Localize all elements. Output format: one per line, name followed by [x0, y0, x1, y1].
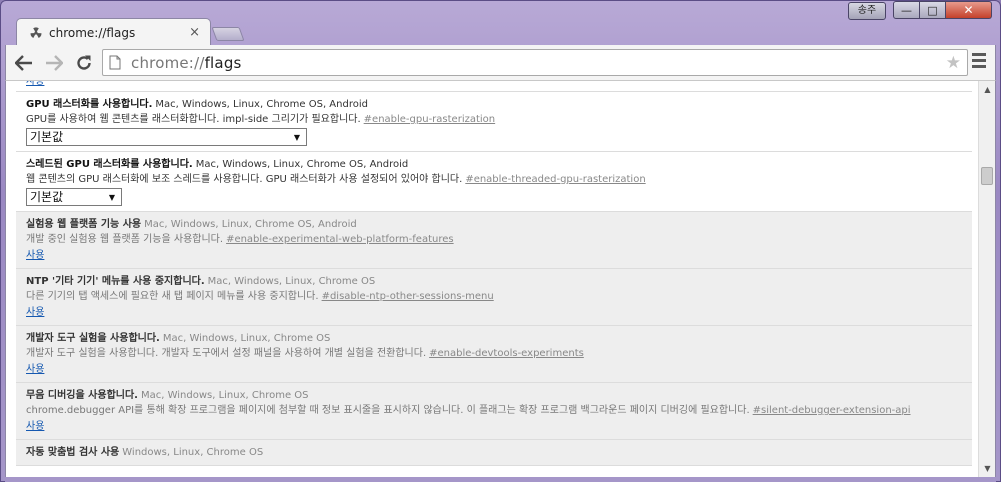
flag-title: NTP '기타 기기' 메뉴를 사용 중지합니다.: [26, 276, 205, 287]
list-item: NTP '기타 기기' 메뉴를 사용 중지합니다. Mac, Windows, L…: [16, 269, 972, 326]
dropdown-arrow-icon: ▼: [293, 132, 300, 142]
flag-select[interactable]: 기본값 ▼: [26, 188, 122, 206]
close-window-button[interactable]: ✕: [946, 1, 992, 19]
enable-link[interactable]: 사용: [26, 419, 44, 434]
window-bottom-edge: [5, 477, 996, 482]
flag-platforms: Mac, Windows, Linux, Chrome OS: [140, 390, 309, 401]
maximize-button[interactable]: □: [920, 1, 946, 19]
flag-platforms: Mac, Windows, Linux, Chrome OS, Android: [195, 159, 409, 170]
flag-select[interactable]: 기본값 ▼: [26, 128, 307, 146]
scroll-up-arrow-icon[interactable]: ▲: [979, 81, 995, 98]
page-content: 사용 GPU 래스터화를 사용합니다. Mac, Windows, Linux, …: [5, 81, 996, 477]
flags-radiation-icon: [29, 26, 43, 40]
flag-description: chrome.debugger API를 통해 확장 프로그램을 페이지에 첨부…: [26, 405, 750, 416]
address-bar[interactable]: chrome://flags ★: [102, 49, 968, 76]
list-item: GPU 래스터화를 사용합니다. Mac, Windows, Linux, Chr…: [16, 92, 972, 152]
flag-title: 자동 맞춤법 검사 사용: [26, 447, 120, 458]
scroll-down-arrow-icon[interactable]: ▼: [979, 460, 995, 477]
list-item: 스레드된 GPU 래스터화를 사용합니다. Mac, Windows, Linux…: [16, 152, 972, 212]
flag-description: 개발 중인 실험용 웹 플랫폼 기능을 사용합니다.: [26, 234, 224, 245]
hamburger-menu-icon[interactable]: [972, 53, 990, 73]
list-item: 사용: [16, 81, 972, 92]
flag-anchor-link[interactable]: #silent-debugger-extension-api: [753, 405, 911, 416]
list-item: 개발자 도구 실험을 사용합니다. Mac, Windows, Linux, Ch…: [16, 326, 972, 383]
profile-badge[interactable]: 송주: [848, 2, 886, 20]
tab-title: chrome://flags: [49, 25, 136, 40]
minimize-button[interactable]: —: [893, 1, 920, 19]
flag-description: 개발자 도구 실험을 사용합니다. 개발자 도구에서 설정 패널을 사용하여 개…: [26, 348, 427, 359]
list-item: 자동 맞춤법 검사 사용 Windows, Linux, Chrome OS: [16, 440, 972, 466]
flag-description: 웹 콘텐츠의 GPU 래스터화에 보조 스레드를 사용합니다. GPU 래스터화…: [26, 174, 463, 185]
window-controls: — □ ✕: [893, 1, 992, 21]
browser-toolbar: chrome://flags ★: [5, 45, 996, 81]
page-icon: [109, 55, 123, 71]
enable-link[interactable]: 사용: [26, 305, 44, 320]
bookmark-star-icon[interactable]: ★: [946, 53, 961, 73]
list-item: 실험용 웹 플랫폼 기능 사용 Mac, Windows, Linux, Chro…: [16, 212, 972, 269]
scrollbar-thumb[interactable]: [981, 167, 993, 185]
flag-anchor-link[interactable]: #disable-ntp-other-sessions-menu: [322, 291, 494, 302]
flag-anchor-link[interactable]: #enable-experimental-web-platform-featur…: [226, 234, 454, 245]
flag-description: 다른 기기의 탭 액세스에 필요한 새 탭 페이지 메뉴를 사용 중지합니다.: [26, 291, 319, 302]
dropdown-arrow-icon: ▼: [108, 192, 115, 202]
tab-close-icon[interactable]: ×: [189, 25, 200, 40]
flag-title: GPU 래스터화를 사용합니다.: [26, 99, 153, 110]
flag-anchor-link[interactable]: #enable-gpu-rasterization: [364, 114, 495, 125]
url-text: chrome://flags: [131, 53, 242, 72]
flag-platforms: Mac, Windows, Linux, Chrome OS: [162, 333, 331, 344]
reload-icon[interactable]: [72, 51, 96, 75]
list-item: 무음 디버깅을 사용합니다. Mac, Windows, Linux, Chrom…: [16, 383, 972, 440]
flag-platforms: Mac, Windows, Linux, Chrome OS, Android: [144, 219, 357, 230]
flag-platforms: Windows, Linux, Chrome OS: [122, 447, 264, 458]
tab-chrome-flags[interactable]: chrome://flags ×: [16, 18, 211, 46]
flag-title: 실험용 웹 플랫폼 기능 사용: [26, 219, 142, 230]
flags-list: 사용 GPU 래스터화를 사용합니다. Mac, Windows, Linux, …: [16, 81, 972, 466]
flag-anchor-link[interactable]: #enable-threaded-gpu-rasterization: [465, 174, 645, 185]
vertical-scrollbar[interactable]: ▲ ▼: [978, 81, 995, 477]
flag-title: 스레드된 GPU 래스터화를 사용합니다.: [26, 159, 193, 170]
flag-platforms: Mac, Windows, Linux, Chrome OS: [207, 276, 376, 287]
enable-link[interactable]: 사용: [26, 362, 44, 377]
flag-anchor-link[interactable]: #enable-devtools-experiments: [429, 348, 584, 359]
enable-link[interactable]: 사용: [26, 81, 44, 89]
flag-description: GPU를 사용하여 웹 콘텐츠를 래스터화합니다. impl-side 그리기가…: [26, 114, 361, 125]
new-tab-button[interactable]: [211, 27, 245, 41]
flag-title: 개발자 도구 실험을 사용합니다.: [26, 333, 160, 344]
enable-link[interactable]: 사용: [26, 248, 44, 263]
back-arrow-icon[interactable]: [12, 51, 36, 75]
forward-arrow-icon[interactable]: [42, 51, 66, 75]
flag-platforms: Mac, Windows, Linux, Chrome OS, Android: [155, 99, 368, 110]
flag-title: 무음 디버깅을 사용합니다.: [26, 390, 138, 401]
